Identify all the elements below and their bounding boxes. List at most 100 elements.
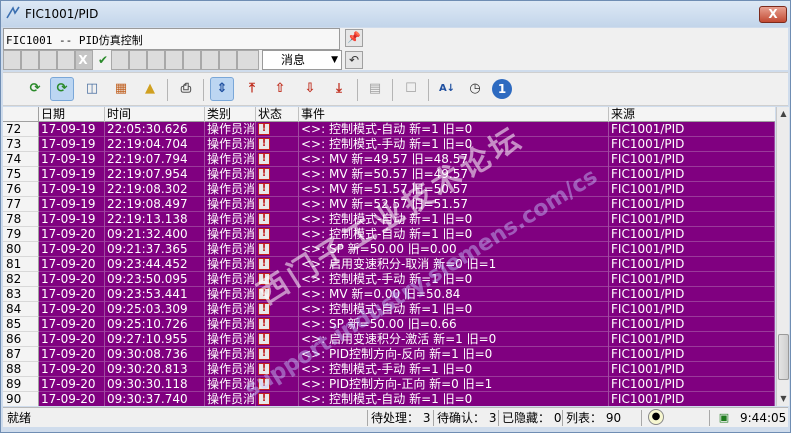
- row-body: 17-09-19 22:19:08.302 操作员消! <>: MV 新=51.57 …: [39, 182, 775, 197]
- filter-segment[interactable]: [57, 50, 75, 70]
- row-number: 81: [3, 257, 39, 272]
- filter-segment[interactable]: [3, 50, 21, 70]
- table-row[interactable]: 83 17-09-20 09:23:53.441 操作员消! <>: MV 新=0.00…: [3, 287, 775, 302]
- chart-icon[interactable]: ▦: [109, 77, 133, 101]
- status-list-count: 列表： 90: [566, 411, 622, 425]
- table-row[interactable]: 75 17-09-19 22:19:07.954 操作员消! <>: MV 新=50.5…: [3, 167, 775, 182]
- cell-status: !: [256, 362, 299, 377]
- filter-segment[interactable]: [201, 50, 219, 70]
- message-select[interactable]: 消息 ▼: [262, 50, 342, 70]
- filter-segment[interactable]: [183, 50, 201, 70]
- app-icon: [6, 6, 20, 19]
- message-select-value: 消息: [281, 53, 306, 67]
- refresh-icon[interactable]: ⟳: [23, 77, 47, 101]
- column-header-source[interactable]: 来源: [609, 107, 775, 122]
- column-header-time[interactable]: 时间: [105, 107, 205, 122]
- filter-segment[interactable]: [237, 50, 259, 70]
- row-number: 84: [3, 302, 39, 317]
- filter-segment[interactable]: [219, 50, 237, 70]
- status-ready: 就绪: [7, 411, 32, 425]
- move-up-icon[interactable]: ⇧: [268, 77, 292, 101]
- sort-az-icon[interactable]: A↓: [435, 77, 459, 101]
- warning-icon: !: [258, 258, 270, 270]
- table-row[interactable]: 85 17-09-20 09:25:10.726 操作员消! <>: SP 新=50.0…: [3, 317, 775, 332]
- row-body: 17-09-20 09:21:37.365 操作员消! <>: SP 新=50.00 …: [39, 242, 775, 257]
- cell-status: !: [256, 227, 299, 242]
- column-header-status[interactable]: 状态: [256, 107, 299, 122]
- lock-icon[interactable]: ☐: [399, 77, 423, 101]
- table-row[interactable]: 88 17-09-20 09:30:20.813 操作员消! <>: 控制模式-手动 新…: [3, 362, 775, 377]
- row-body: 17-09-20 09:30:30.118 操作员消! <>: PID控制方向-正向 …: [39, 377, 775, 392]
- status-hidden: 已隐藏： 0: [502, 411, 562, 425]
- close-button[interactable]: X: [759, 6, 787, 23]
- clear-filter-button[interactable]: X: [76, 51, 90, 69]
- cell-date: 17-09-20: [39, 302, 105, 317]
- info-icon[interactable]: 1: [492, 79, 512, 99]
- move-top-icon[interactable]: ⤒: [240, 77, 264, 101]
- table-row[interactable]: 79 17-09-20 09:21:32.400 操作员消! <>: 控制模式-自动 新…: [3, 227, 775, 242]
- table-row[interactable]: 78 17-09-19 22:19:13.138 操作员消! <>: 控制模式-自动 新…: [3, 212, 775, 227]
- move-bottom-icon[interactable]: ⤓: [327, 77, 351, 101]
- scroll-thumb[interactable]: [778, 334, 789, 380]
- scroll-up-icon[interactable]: ▲: [777, 107, 790, 121]
- table-row[interactable]: 77 17-09-19 22:19:08.497 操作员消! <>: MV 新=52.5…: [3, 197, 775, 212]
- control-title: FIC1001 -- PID仿真控制: [6, 34, 143, 47]
- folder-lock-icon[interactable]: ▲: [138, 77, 162, 101]
- print-icon[interactable]: ⎙: [174, 77, 198, 101]
- table-row[interactable]: 84 17-09-20 09:25:03.309 操作员消! <>: 控制模式-自动 新…: [3, 302, 775, 317]
- pin-icon[interactable]: 📌: [345, 29, 363, 47]
- column-header-event[interactable]: 事件: [299, 107, 609, 122]
- refresh-active-icon[interactable]: ⟳: [50, 77, 74, 101]
- filter-segment[interactable]: [39, 50, 57, 70]
- scroll-down-icon[interactable]: ▼: [777, 392, 790, 406]
- document-icon[interactable]: ▤: [363, 77, 387, 101]
- table-row[interactable]: 80 17-09-20 09:21:37.365 操作员消! <>: SP 新=50.0…: [3, 242, 775, 257]
- cell-date: 17-09-19: [39, 122, 105, 137]
- database-icon[interactable]: ◫: [80, 77, 104, 101]
- table-row[interactable]: 73 17-09-19 22:19:04.704 操作员消! <>: 控制模式-手动 新…: [3, 137, 775, 152]
- filter-segment[interactable]: [111, 50, 129, 70]
- cell-time: 09:23:53.441: [105, 287, 205, 302]
- filter-segment[interactable]: [147, 50, 165, 70]
- cell-status: !: [256, 197, 299, 212]
- table-row[interactable]: 74 17-09-19 22:19:07.794 操作员消! <>: MV 新=49.5…: [3, 152, 775, 167]
- cell-source: FIC1001/PID: [609, 122, 775, 137]
- cell-time: 22:19:08.302: [105, 182, 205, 197]
- column-header-date[interactable]: 日期: [39, 107, 105, 122]
- warning-icon: !: [258, 348, 270, 360]
- row-body: 17-09-20 09:25:03.309 操作员消! <>: 控制模式-自动 新=1…: [39, 302, 775, 317]
- table-row[interactable]: 82 17-09-20 09:23:50.095 操作员消! <>: 控制模式-手动 新…: [3, 272, 775, 287]
- table-row[interactable]: 90 17-09-20 09:30:37.740 操作员消! <>: 控制模式-自动 新…: [3, 392, 775, 406]
- table-row[interactable]: 86 17-09-20 09:27:10.955 操作员消! <>: 启用变速积分-激活…: [3, 332, 775, 347]
- cell-event: <>: 控制模式-手动 新=1 旧=0: [299, 362, 609, 377]
- table-row[interactable]: 89 17-09-20 09:30:30.118 操作员消! <>: PID控制方向-正…: [3, 377, 775, 392]
- table-row[interactable]: 87 17-09-20 09:30:08.736 操作员消! <>: PID控制方向-反…: [3, 347, 775, 362]
- row-number: 78: [3, 212, 39, 227]
- move-down-icon[interactable]: ⇩: [298, 77, 322, 101]
- filter-segment[interactable]: [165, 50, 183, 70]
- vertical-scrollbar[interactable]: ▲ ▼: [776, 107, 789, 406]
- undo-icon[interactable]: ↶: [345, 51, 363, 69]
- lightbulb-icon[interactable]: ●: [648, 409, 664, 425]
- toolbar-separator: [167, 79, 168, 101]
- clock-icon[interactable]: ◷: [463, 77, 487, 101]
- table-row[interactable]: 72 17-09-19 22:05:30.626 操作员消! <>: 控制模式-自动 新…: [3, 122, 775, 137]
- row-body: 17-09-20 09:25:10.726 操作员消! <>: SP 新=50.00 …: [39, 317, 775, 332]
- column-header-category[interactable]: 类别: [205, 107, 256, 122]
- warning-icon: !: [258, 228, 270, 240]
- table-row[interactable]: 81 17-09-20 09:23:44.452 操作员消! <>: 启用变速积分-取消…: [3, 257, 775, 272]
- cell-time: 09:27:10.955: [105, 332, 205, 347]
- cell-status: !: [256, 137, 299, 152]
- cell-source: FIC1001/PID: [609, 392, 775, 406]
- filter-segment[interactable]: [21, 50, 39, 70]
- row-number: 76: [3, 182, 39, 197]
- status-separator: [498, 410, 499, 426]
- cell-date: 17-09-20: [39, 287, 105, 302]
- table-row[interactable]: 76 17-09-19 22:19:08.302 操作员消! <>: MV 新=51.5…: [3, 182, 775, 197]
- cell-date: 17-09-20: [39, 272, 105, 287]
- filter-segment[interactable]: [129, 50, 147, 70]
- status-separator: [433, 410, 434, 426]
- row-number: 77: [3, 197, 39, 212]
- scroll-vertical-icon[interactable]: ⇕: [210, 77, 234, 101]
- check-icon[interactable]: ✔: [94, 51, 112, 69]
